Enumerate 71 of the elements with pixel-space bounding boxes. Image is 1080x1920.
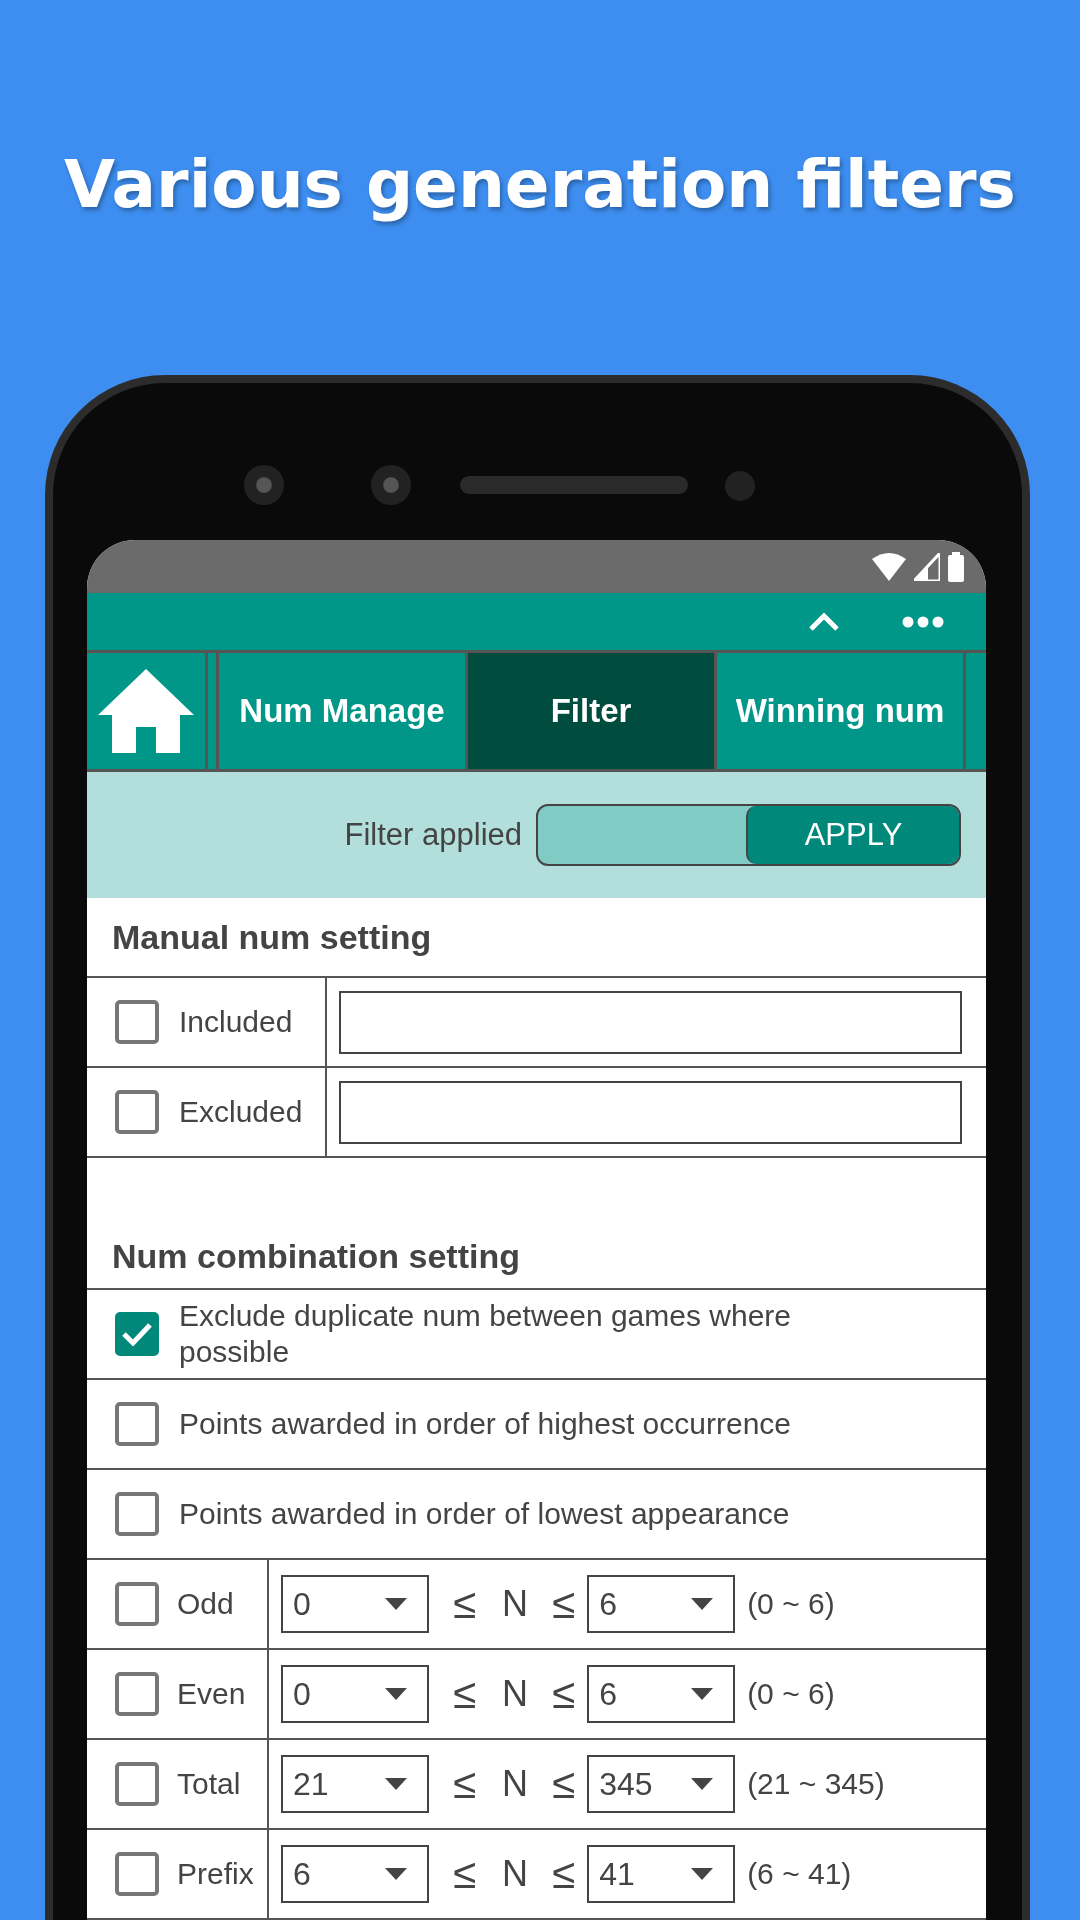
checkbox-label: Even <box>177 1677 246 1711</box>
dropdown[interactable]: 21 <box>281 1755 429 1813</box>
checkbox-label: Prefix <box>177 1857 254 1891</box>
tab[interactable]: Filter <box>468 653 714 769</box>
sensor-icon <box>725 471 755 501</box>
dropdown[interactable]: 345 <box>587 1755 736 1813</box>
caret-icon <box>691 1598 714 1610</box>
headline: Various generation filters <box>64 145 1016 225</box>
checkbox[interactable] <box>115 1582 159 1626</box>
checkbox-label: Odd <box>177 1587 234 1621</box>
checkbox-label: Exclude duplicate num between games where possible <box>179 1298 793 1370</box>
checkbox[interactable] <box>115 1762 159 1806</box>
variable-label: N <box>502 1853 529 1895</box>
caret-icon <box>691 1778 714 1790</box>
section-heading: Num combination setting <box>87 1212 986 1290</box>
range-hint: (6 ~ 41) <box>747 1857 852 1891</box>
dropdown[interactable]: 0 <box>281 1575 429 1633</box>
checkbox[interactable] <box>115 1312 159 1356</box>
variable-label: N <box>502 1763 529 1805</box>
filter-status-label: Filter applied <box>344 817 522 853</box>
range-hint: (21 ~ 345) <box>747 1767 885 1801</box>
checkbox-label: Excluded <box>179 1095 303 1129</box>
wifi-icon <box>872 552 906 581</box>
signal-icon <box>914 552 940 581</box>
caret-icon <box>385 1598 407 1610</box>
operator-symbol: ≤ <box>552 1580 576 1628</box>
caret-icon <box>691 1688 714 1700</box>
operator-symbol: ≤ <box>453 1760 477 1808</box>
input-field[interactable] <box>339 990 962 1054</box>
caret-icon <box>385 1688 407 1700</box>
operator-symbol: ≤ <box>453 1670 477 1718</box>
checkbox-label: Total <box>177 1767 241 1801</box>
checkbox-label: Included <box>179 1005 293 1039</box>
checkbox[interactable] <box>115 1090 159 1134</box>
check-icon <box>121 1321 153 1347</box>
checkbox-label: Points awarded in order of lowest appearance <box>179 1496 790 1532</box>
section-heading: Manual num setting <box>87 898 986 978</box>
operator-symbol: ≤ <box>552 1670 576 1718</box>
more-icon[interactable] <box>902 615 944 628</box>
variable-label: N <box>502 1583 529 1625</box>
dropdown[interactable]: 6 <box>587 1665 736 1723</box>
dropdown[interactable]: 6 <box>587 1575 736 1633</box>
operator-symbol: ≤ <box>453 1580 477 1628</box>
operator-symbol: ≤ <box>552 1850 576 1898</box>
apply-button[interactable]: APPLY <box>746 806 959 864</box>
camera-icon <box>371 465 411 505</box>
operator-symbol: ≤ <box>453 1850 477 1898</box>
home-icon <box>96 667 196 755</box>
chevron-up-icon[interactable] <box>808 611 840 632</box>
operator-symbol: ≤ <box>552 1760 576 1808</box>
checkbox[interactable] <box>115 1672 159 1716</box>
dropdown[interactable]: 41 <box>587 1845 736 1903</box>
camera-icon <box>244 465 284 505</box>
checkbox[interactable] <box>115 1852 159 1896</box>
home-tab[interactable] <box>87 653 205 769</box>
range-hint: (0 ~ 6) <box>747 1677 835 1711</box>
dropdown[interactable]: 6 <box>281 1845 429 1903</box>
checkbox[interactable] <box>115 1402 159 1446</box>
tab[interactable]: Winning num <box>717 653 963 769</box>
checkbox[interactable] <box>115 1000 159 1044</box>
checkbox[interactable] <box>115 1492 159 1536</box>
caret-icon <box>691 1868 714 1880</box>
battery-icon <box>948 551 964 582</box>
dropdown[interactable]: 0 <box>281 1665 429 1723</box>
caret-icon <box>385 1868 407 1880</box>
range-hint: (0 ~ 6) <box>747 1587 835 1621</box>
variable-label: N <box>502 1673 529 1715</box>
checkbox-label: Points awarded in order of highest occurrence <box>179 1406 791 1442</box>
input-field[interactable] <box>339 1080 962 1144</box>
caret-icon <box>385 1778 407 1790</box>
tab[interactable]: Num Manage <box>219 653 465 769</box>
